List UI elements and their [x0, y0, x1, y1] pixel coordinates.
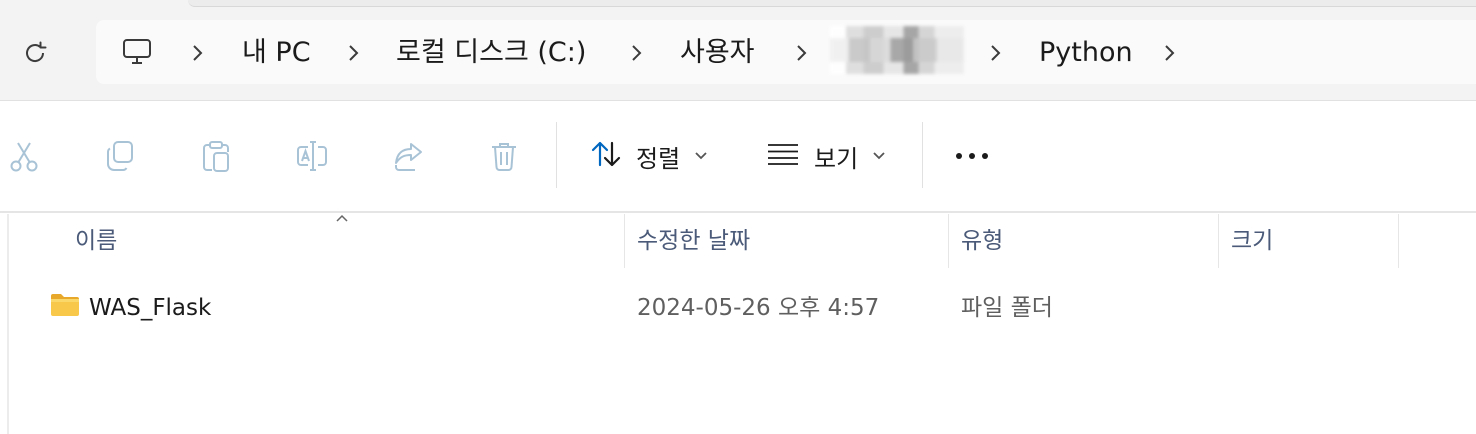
chevron-right-icon[interactable] — [986, 40, 1004, 66]
file-type: 파일 폴더 — [961, 295, 1053, 321]
toolbar-divider — [556, 122, 557, 188]
copy-icon[interactable] — [100, 134, 140, 178]
chevron-right-icon[interactable] — [188, 40, 206, 66]
sort-button[interactable]: 정렬 — [590, 134, 708, 178]
chevron-down-icon — [694, 151, 708, 161]
breadcrumb-python[interactable]: Python — [1039, 34, 1133, 72]
chevron-right-icon[interactable] — [1160, 40, 1178, 66]
chevron-right-icon[interactable] — [627, 40, 645, 66]
rename-icon[interactable] — [292, 134, 332, 178]
view-icon — [766, 142, 800, 170]
column-divider[interactable] — [1398, 214, 1399, 268]
delete-icon[interactable] — [484, 134, 524, 178]
chevron-down-icon — [872, 151, 886, 161]
column-header-type[interactable]: 유형 — [961, 226, 1003, 266]
navigation-pane-border — [7, 214, 9, 434]
column-header-size[interactable]: 크기 — [1231, 226, 1273, 266]
window-edge — [188, 0, 1476, 7]
column-header-name[interactable]: 이름 — [75, 226, 117, 266]
column-divider[interactable] — [624, 214, 625, 268]
breadcrumb-users[interactable]: 사용자 — [680, 34, 755, 72]
refresh-icon[interactable] — [18, 36, 52, 70]
cut-icon[interactable] — [4, 134, 44, 178]
monitor-icon[interactable] — [120, 36, 154, 68]
column-divider[interactable] — [948, 214, 949, 268]
sort-icon — [590, 139, 622, 173]
paste-icon[interactable] — [196, 134, 236, 178]
breadcrumb-this-pc[interactable]: 내 PC — [242, 34, 311, 72]
folder-icon — [50, 292, 80, 318]
share-icon[interactable] — [388, 134, 428, 178]
file-date-modified: 2024-05-26 오후 4:57 — [637, 295, 880, 321]
sort-label: 정렬 — [636, 144, 681, 173]
toolbar-divider — [922, 122, 923, 188]
sort-ascending-icon — [334, 212, 350, 224]
view-label: 보기 — [814, 144, 859, 173]
breadcrumb-user-redacted[interactable] — [830, 26, 964, 74]
column-divider[interactable] — [1218, 214, 1219, 268]
view-button[interactable]: 보기 — [766, 134, 886, 178]
more-icon[interactable] — [952, 138, 992, 174]
breadcrumb-local-disk[interactable]: 로컬 디스크 (C:) — [396, 34, 586, 72]
chevron-right-icon[interactable] — [792, 40, 810, 66]
column-header-date-modified[interactable]: 수정한 날짜 — [637, 226, 750, 266]
chevron-right-icon[interactable] — [344, 40, 362, 66]
file-name[interactable]: WAS_Flask — [89, 292, 211, 324]
